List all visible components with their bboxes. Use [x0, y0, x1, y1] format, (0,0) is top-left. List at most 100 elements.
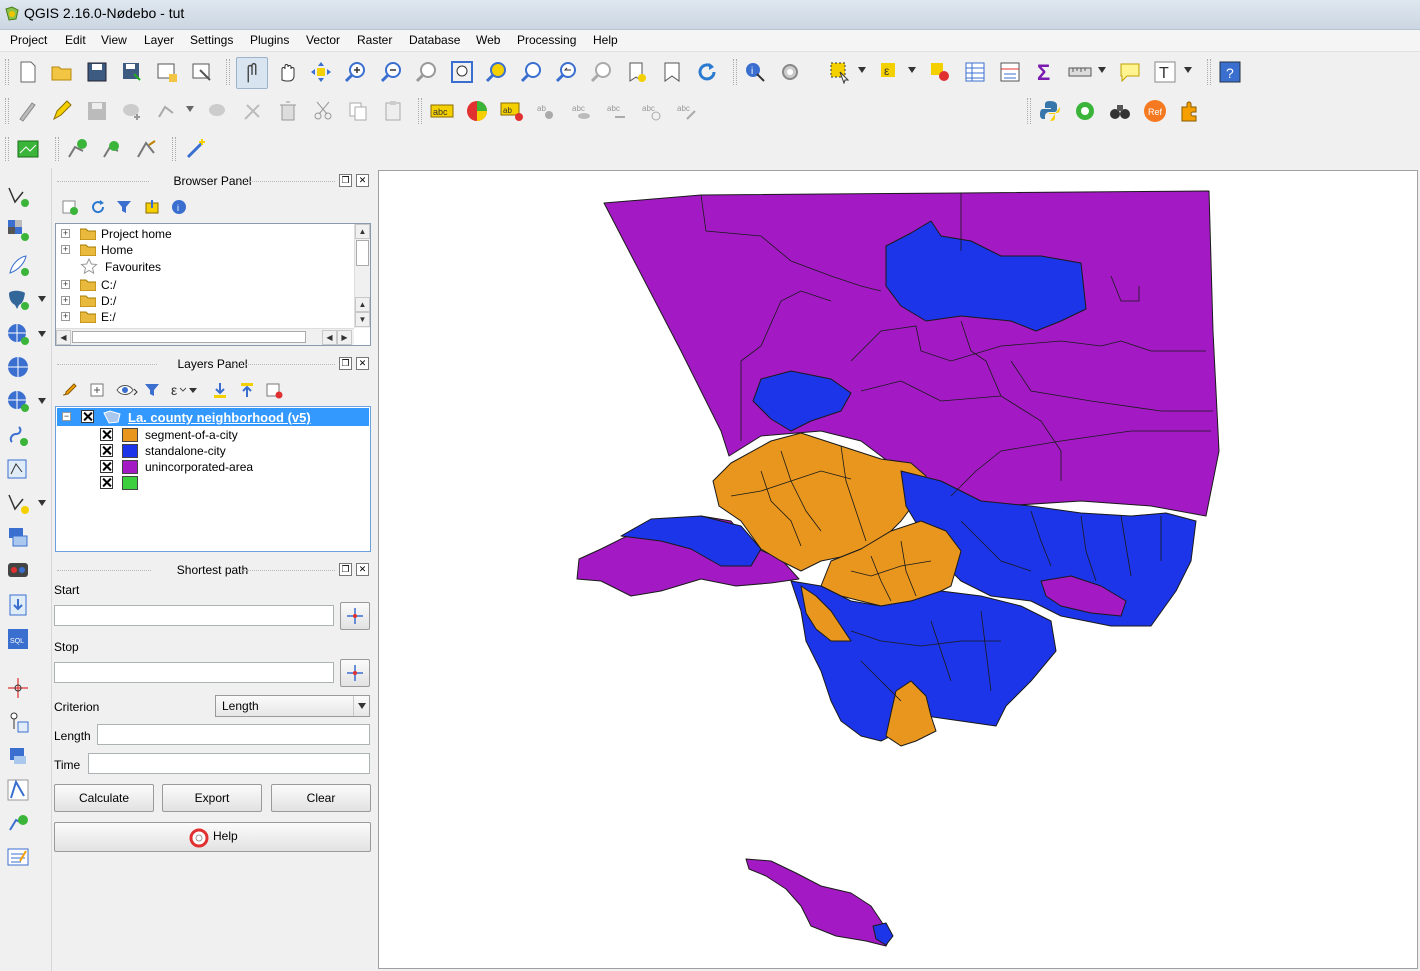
close-panel-button[interactable]: ✕ [356, 357, 369, 370]
toolbar-handle[interactable] [226, 59, 230, 85]
tree-item-drive-e[interactable]: + E:/ [56, 309, 352, 323]
menu-processing[interactable]: Processing [516, 33, 577, 47]
chevron-down-icon[interactable] [38, 296, 46, 302]
composer-manager-icon[interactable] [190, 60, 214, 84]
move-feature-icon[interactable] [155, 99, 179, 123]
map-canvas[interactable] [378, 170, 1418, 969]
menu-view[interactable]: View [100, 33, 128, 47]
diagram-options-icon[interactable] [465, 99, 489, 123]
save-layer-edits-icon[interactable] [85, 99, 109, 123]
binoculars-icon[interactable] [1108, 99, 1132, 123]
menu-settings[interactable]: Settings [189, 33, 234, 47]
tree-item-project-home[interactable]: + Project home [56, 226, 352, 242]
statistics-sigma-icon[interactable]: Σ [1033, 60, 1057, 84]
add-wcs-layer-icon[interactable] [6, 355, 30, 379]
toolbar-handle[interactable] [418, 98, 422, 124]
pan-map-icon[interactable] [275, 60, 299, 84]
legend-item-standalone-city[interactable]: standalone-city [56, 443, 356, 459]
browser-tree[interactable]: + Project home + Home Favourites + C:/ +… [55, 223, 371, 346]
close-panel-button[interactable]: ✕ [356, 174, 369, 187]
pan-to-selection-icon[interactable] [309, 60, 333, 84]
plugin-gear-icon[interactable] [1073, 99, 1097, 123]
tree-item-favourites[interactable]: Favourites [56, 258, 352, 275]
remove-layer-icon[interactable] [265, 381, 283, 399]
node-tool-icon[interactable] [206, 99, 230, 123]
attribute-table-icon[interactable] [963, 60, 987, 84]
scroll-up-icon[interactable]: ▲ [355, 224, 370, 239]
legend-item-other[interactable] [56, 475, 356, 491]
add-oracle-layer-icon[interactable] [6, 593, 30, 617]
refresh-icon[interactable] [695, 60, 719, 84]
show-bookmarks-icon[interactable] [660, 60, 684, 84]
expand-all-icon[interactable] [211, 381, 229, 399]
new-bookmark-icon[interactable] [625, 60, 649, 84]
menu-project[interactable]: Project [9, 33, 48, 47]
zoom-full-icon[interactable] [450, 60, 474, 84]
length-output[interactable] [97, 724, 370, 745]
refresh-icon[interactable] [89, 198, 107, 216]
zoom-to-selection-icon[interactable] [485, 60, 509, 84]
capture-point-icon[interactable] [6, 676, 30, 700]
help-button[interactable]: Help [54, 822, 371, 852]
new-project-icon[interactable] [16, 60, 40, 84]
zoom-to-layer-icon[interactable] [520, 60, 544, 84]
menu-database[interactable]: Database [408, 33, 461, 47]
browser-vertical-scrollbar[interactable]: ▲ ▲ ▼ [354, 224, 370, 328]
text-annotation-icon[interactable]: T [1153, 60, 1177, 84]
chevron-down-icon[interactable] [1184, 67, 1192, 73]
browser-panel-title-bar[interactable]: Browser Panel ❐ ✕ [53, 172, 372, 190]
layer-labeling-options-icon[interactable]: abc [430, 99, 454, 123]
gps-info-icon[interactable] [6, 710, 30, 734]
delete-selected-icon[interactable] [241, 99, 265, 123]
chevron-down-icon[interactable] [858, 67, 866, 73]
add-end-point-icon[interactable] [100, 137, 124, 161]
category-visibility-checkbox[interactable] [100, 460, 113, 473]
topology-checker-icon[interactable] [6, 778, 30, 802]
clear-button[interactable]: Clear [271, 784, 371, 812]
layer-row-la-county[interactable]: − La. county neighborhood (v5) [57, 408, 369, 426]
edit-network-icon[interactable] [135, 137, 159, 161]
python-console-icon[interactable] [1038, 99, 1062, 123]
toolbar-handle[interactable] [1207, 59, 1211, 85]
save-project-icon[interactable] [85, 60, 109, 84]
collapse-all-icon[interactable] [143, 198, 161, 216]
field-calculator-icon[interactable] [998, 60, 1022, 84]
chevron-down-icon[interactable] [186, 106, 194, 112]
add-sql-layer-icon[interactable]: SQL [6, 627, 30, 651]
scroll-up-icon[interactable]: ▲ [355, 297, 370, 312]
zoom-in-icon[interactable] [344, 60, 368, 84]
current-edits-icon[interactable] [16, 99, 40, 123]
layer-visibility-checkbox[interactable] [81, 410, 94, 423]
show-hide-labels-icon[interactable]: ab [535, 99, 559, 123]
style-manager-brush-icon[interactable] [61, 381, 79, 399]
add-delimited-text-icon[interactable] [6, 424, 30, 448]
add-wfs-layer-icon[interactable] [6, 389, 30, 413]
zoom-out-icon[interactable] [380, 60, 404, 84]
scroll-right-icon[interactable]: ▶ [337, 330, 352, 345]
scroll-left-icon[interactable]: ◀ [322, 330, 337, 345]
menu-web[interactable]: Web [475, 33, 501, 47]
combo-arrow[interactable] [353, 696, 369, 716]
paste-features-icon[interactable] [381, 99, 405, 123]
touch-zoom-pan-icon[interactable] [236, 57, 268, 89]
open-project-icon[interactable] [50, 60, 74, 84]
chevron-down-icon[interactable] [38, 398, 46, 404]
cut-features-icon[interactable] [311, 99, 335, 123]
trash-icon[interactable] [276, 99, 300, 123]
identify-features-icon[interactable]: i [743, 60, 767, 84]
georeferencer-icon[interactable] [6, 812, 30, 836]
zoom-next-icon[interactable] [590, 60, 614, 84]
info-icon[interactable]: i [170, 198, 188, 216]
copy-features-icon[interactable] [346, 99, 370, 123]
unincorporated-catalina-island[interactable] [745, 858, 892, 947]
field-notes-icon[interactable] [6, 845, 30, 869]
chevron-down-icon[interactable] [908, 67, 916, 73]
pin-labels-icon[interactable]: ab [500, 99, 524, 123]
chevron-down-icon[interactable] [38, 331, 46, 337]
new-vector-layer-icon[interactable] [6, 491, 30, 515]
toolbar-handle[interactable] [55, 137, 59, 161]
browser-horizontal-scrollbar[interactable]: ◀ ◀ ▶ [56, 328, 354, 345]
filter-icon[interactable] [143, 381, 161, 399]
add-raster-layer-icon[interactable] [6, 218, 30, 242]
menu-vector[interactable]: Vector [305, 33, 341, 47]
